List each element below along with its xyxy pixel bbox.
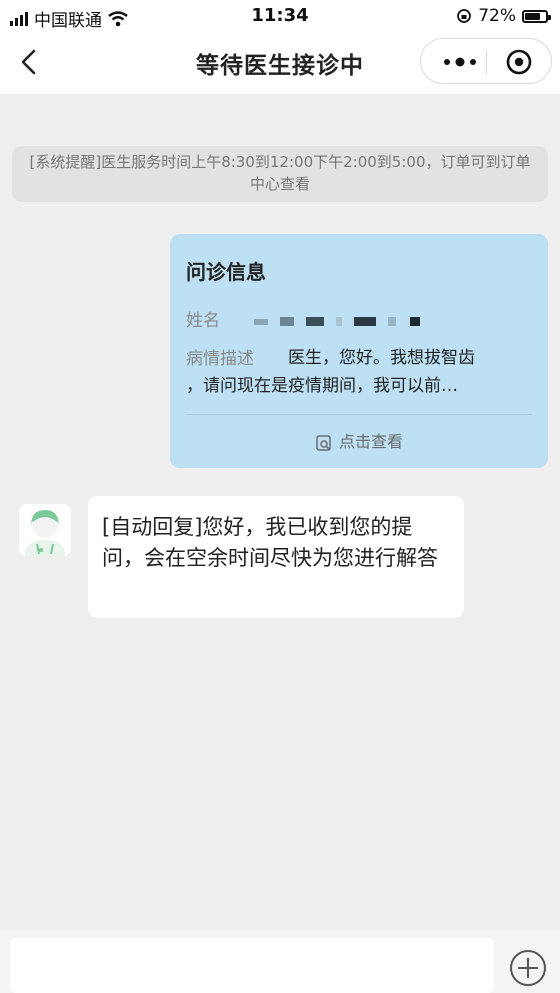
name-label: 姓名: [186, 311, 220, 331]
more-icon[interactable]: [435, 47, 485, 77]
status-right: 72%: [456, 6, 551, 26]
view-doc-icon: [316, 434, 331, 451]
doctor-avatar[interactable]: [19, 504, 71, 556]
system-notice: [系统提醒]医生服务时间上午8:30到12:00下午2:00到5:00，订单可到…: [12, 146, 548, 202]
navigation-bar: 等待医生接诊中: [0, 32, 560, 94]
message-input-bar: [0, 930, 560, 993]
name-value-masked: [254, 314, 424, 328]
card-title: 问诊信息: [186, 260, 266, 284]
desc-label: 病情描述: [186, 349, 254, 369]
doctor-avatar-icon: [19, 504, 71, 556]
auto-reply-message: [自动回复]您好，我已收到您的提问，会在空余时间尽快为您进行解答: [88, 496, 464, 618]
battery-icon: [522, 9, 551, 23]
consultation-info-card[interactable]: 问诊信息 姓名 病情描述 医生，您好。我想拔智齿 ，请问现在是疫情期间，我可以前…: [170, 234, 548, 468]
capsule-divider: [486, 50, 487, 74]
battery-percent: 72%: [478, 6, 516, 26]
rotation-lock-icon: [457, 9, 472, 23]
mini-program-capsule: [420, 38, 552, 84]
plus-icon[interactable]: [508, 948, 548, 988]
status-bar: 中国联通 11:34 72%: [0, 0, 560, 32]
card-divider: [186, 414, 532, 415]
desc-text-line2: ，请问现在是疫情期间，我可以前…: [186, 376, 458, 396]
view-details-label: 点击查看: [338, 432, 403, 451]
message-input[interactable]: [10, 938, 494, 993]
view-details-button[interactable]: 点击查看: [170, 428, 548, 452]
desc-text-line1: 医生，您好。我想拔智齿: [288, 348, 475, 368]
target-close-icon[interactable]: [499, 47, 539, 77]
